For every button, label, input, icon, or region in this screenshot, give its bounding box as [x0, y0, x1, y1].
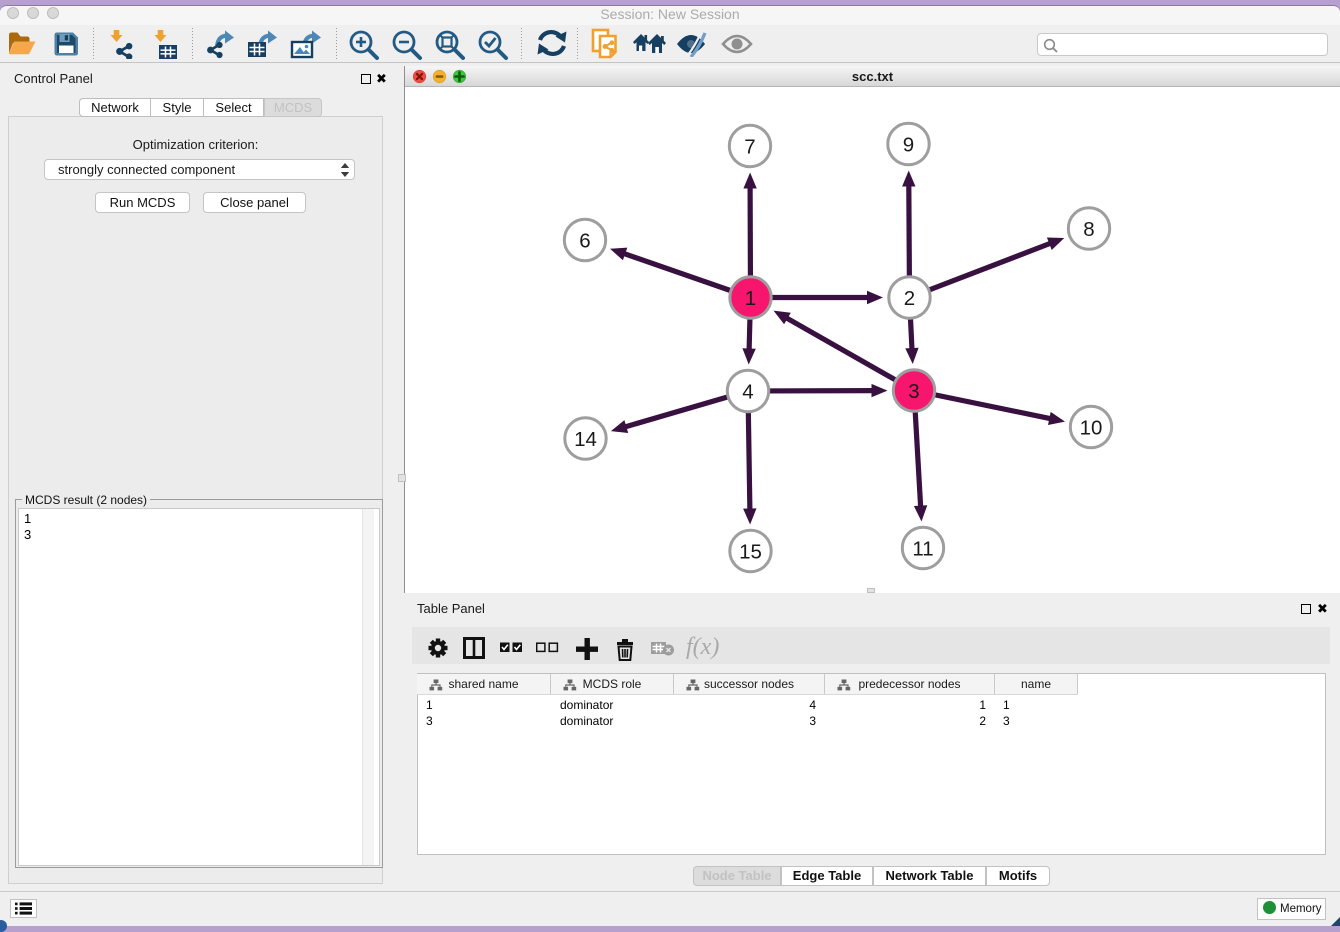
svg-text:2: 2: [904, 287, 915, 310]
svg-text:15: 15: [739, 540, 762, 563]
svg-text:10: 10: [1080, 416, 1103, 439]
svg-text:9: 9: [903, 133, 914, 156]
svg-text:14: 14: [574, 428, 597, 451]
svg-text:6: 6: [579, 229, 590, 252]
svg-text:3: 3: [908, 380, 919, 403]
svg-text:11: 11: [912, 537, 933, 560]
svg-text:7: 7: [744, 135, 755, 158]
svg-text:1: 1: [745, 287, 756, 310]
svg-text:8: 8: [1083, 218, 1094, 241]
svg-text:4: 4: [742, 380, 753, 403]
